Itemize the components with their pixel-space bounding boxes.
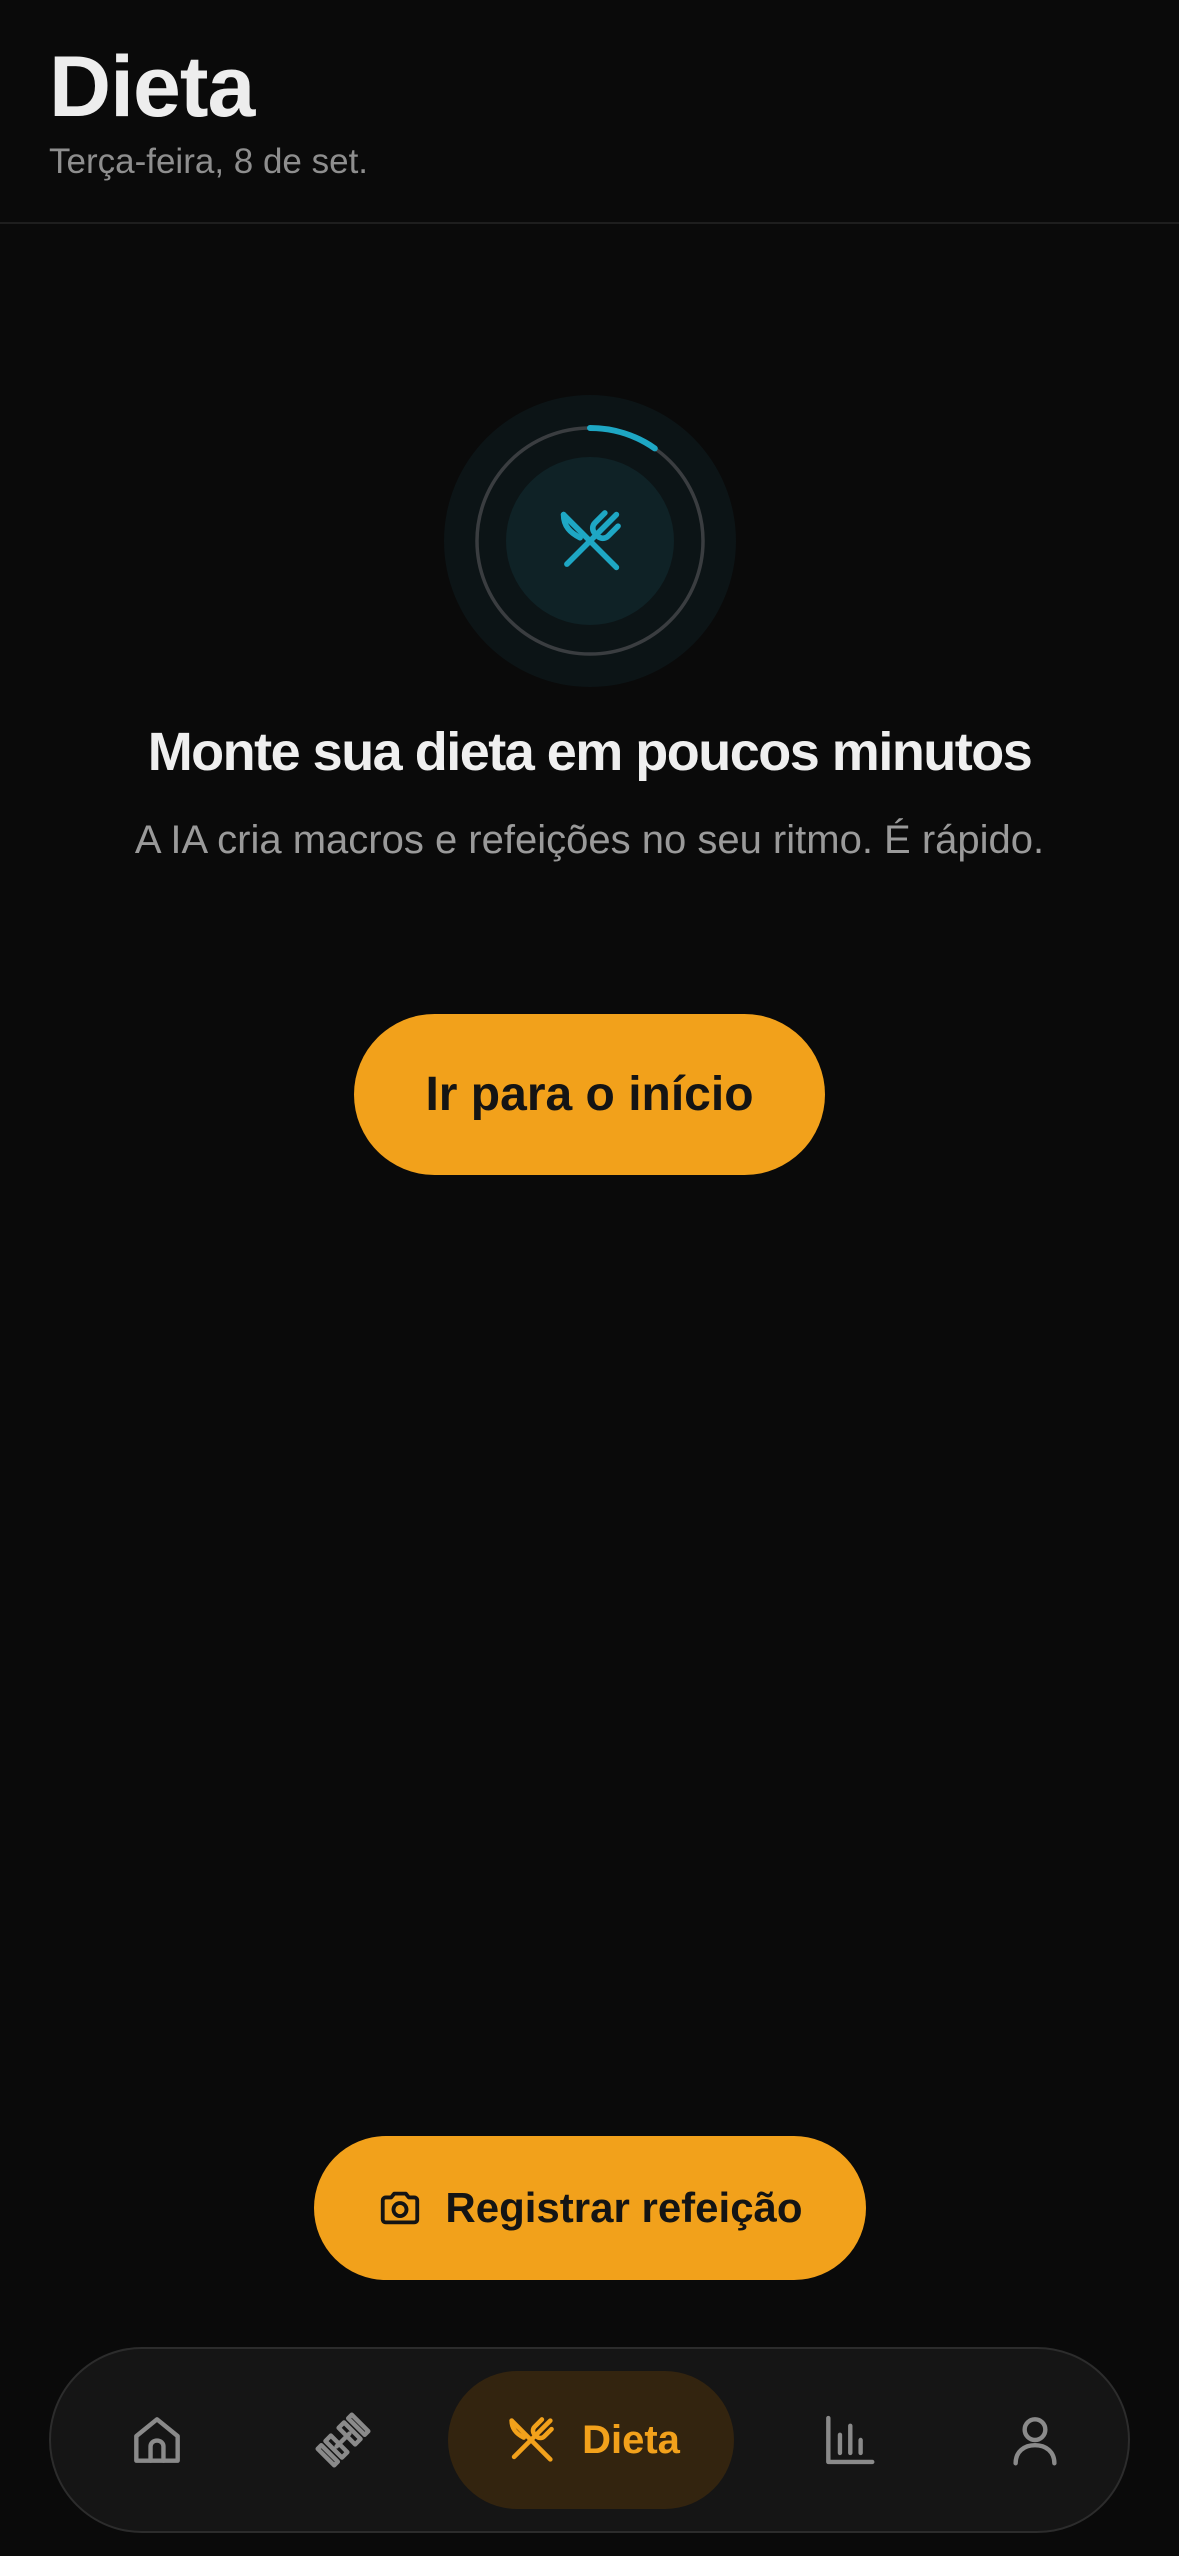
bottom-tab-bar: Dieta [49,2347,1130,2533]
camera-icon [377,2185,423,2231]
page-date: Terça-feira, 8 de set. [49,142,369,181]
tab-profile[interactable] [965,2349,1105,2531]
page-header: Dieta Terça-feira, 8 de set. [0,0,1179,224]
go-home-button[interactable]: Ir para o início [354,1014,825,1175]
empty-state-title: Monte sua dieta em poucos minutos [147,722,1033,782]
go-home-button-label: Ir para o início [425,1068,754,1121]
bar-chart-icon [826,2415,875,2465]
user-icon [1013,2417,1057,2466]
tab-stats[interactable] [779,2349,919,2531]
log-meal-button[interactable]: Registrar refeição [314,2136,866,2280]
log-meal-button-label: Registrar refeição [445,2184,803,2231]
dumbbell-icon [315,2412,371,2468]
tab-workout[interactable] [273,2349,413,2531]
loading-spinner [444,395,736,687]
tab-home[interactable] [87,2349,227,2531]
home-icon [134,2417,180,2463]
tab-diet-label: Dieta [582,2417,680,2462]
fork-knife-icon [509,2417,554,2462]
tab-diet[interactable]: Dieta [448,2371,734,2509]
loading-indicator [444,395,736,687]
empty-state-description: A IA cria macros e refeições no seu ritm… [134,818,1045,862]
page-title: Dieta [49,39,255,135]
